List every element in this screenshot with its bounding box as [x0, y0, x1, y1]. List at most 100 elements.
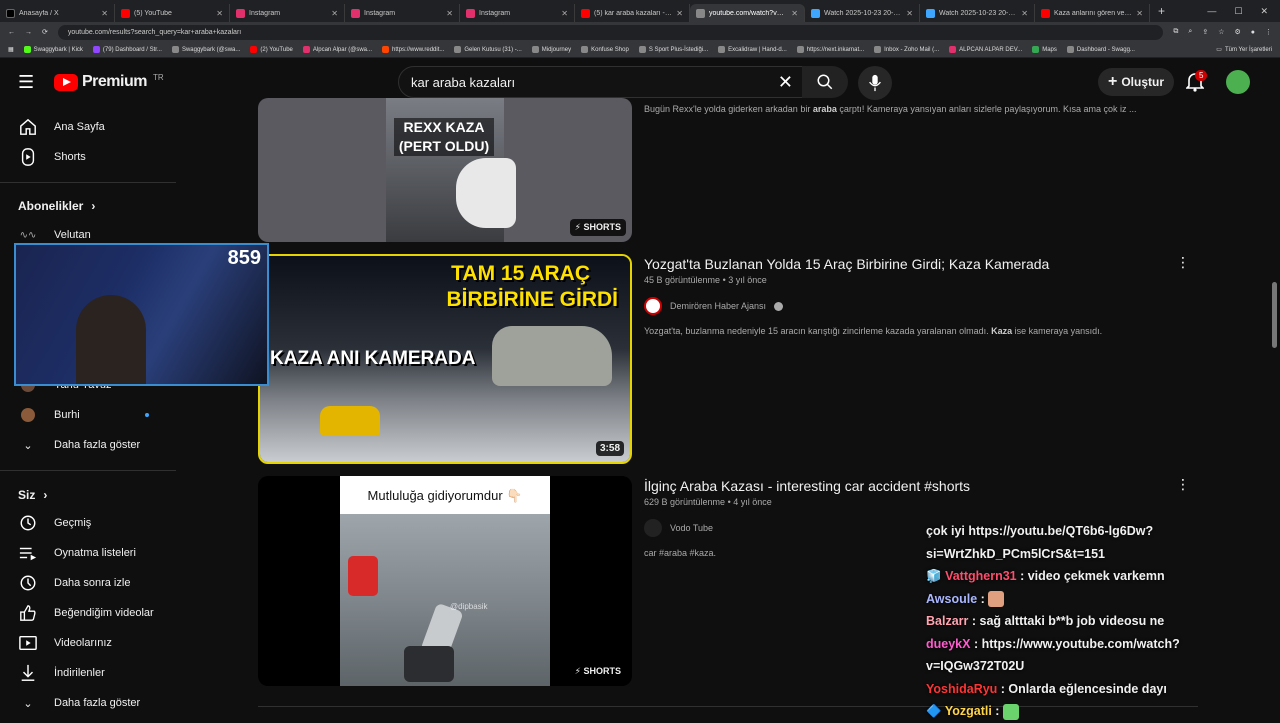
close-icon[interactable]: ✕: [101, 9, 108, 18]
sidebar-show-more[interactable]: ⌄ Daha fazla göster: [0, 430, 176, 460]
bookmark[interactable]: Alpcan Alpar (@swa...: [302, 46, 372, 53]
close-icon[interactable]: ✕: [331, 9, 338, 18]
browser-tab[interactable]: Watch 2025-10-23 20-01-57✕: [920, 4, 1035, 22]
browser-tab[interactable]: Anasayfa / X ✕: [0, 4, 115, 22]
extensions-icon[interactable]: ⚙: [1234, 28, 1240, 36]
sidebar-item-playlists[interactable]: Oynatma listeleri: [0, 538, 176, 568]
profile-icon[interactable]: ●: [1251, 29, 1255, 36]
maximize-icon[interactable]: ☐: [1234, 6, 1242, 17]
chat-overlay: çok iyi https://youtu.be/QT6b6-lg6Dw?si=…: [926, 520, 1196, 723]
video-title[interactable]: Yozgat'ta Buzlanan Yolda 15 Araç Birbiri…: [644, 256, 1049, 272]
url-field[interactable]: youtube.com/results?search_query=kar+ara…: [57, 24, 1164, 40]
browser-tab[interactable]: Kaza anlarını gören ve küfred✕: [1035, 4, 1150, 22]
browser-tab[interactable]: (5) YouTube ✕: [115, 4, 230, 22]
sidebar-item-shorts[interactable]: Shorts: [0, 142, 176, 172]
bookmark[interactable]: Swaggybark (@swa...: [171, 46, 240, 53]
bookmark[interactable]: Maps: [1032, 46, 1057, 53]
more-options-icon[interactable]: ⋮: [1176, 254, 1190, 271]
close-window-icon[interactable]: ✕: [1260, 6, 1268, 17]
close-icon[interactable]: ✕: [216, 9, 223, 18]
address-bar-row: ← → ⟳ youtube.com/results?search_query=k…: [0, 22, 1280, 42]
browser-tab[interactable]: Instagram ✕: [460, 4, 575, 22]
bookmark[interactable]: https://www.reddit...: [382, 46, 444, 53]
search-button[interactable]: [802, 66, 848, 98]
close-icon[interactable]: ✕: [906, 9, 913, 18]
search-query: kar araba kazaları: [411, 74, 516, 90]
sidebar-item-downloads[interactable]: İndirilenler: [0, 658, 176, 688]
minimize-icon[interactable]: —: [1207, 6, 1216, 17]
bookmark-star-icon[interactable]: ☆: [1218, 28, 1224, 36]
forward-icon[interactable]: →: [25, 29, 32, 36]
all-bookmarks[interactable]: ▭ Tüm Yer İşaretleri: [1216, 46, 1272, 54]
browser-tab-active[interactable]: youtube.com/watch?v=K3ipU✕: [690, 4, 805, 22]
chat-message: 🔷 Yozgatli :: [926, 700, 1196, 723]
channel-link[interactable]: Vodo Tube: [644, 519, 713, 537]
bookmark[interactable]: https://next.inkarnat...: [796, 46, 864, 53]
subscriptions-header[interactable]: Abonelikler ›: [18, 199, 95, 213]
voice-search-button[interactable]: [858, 66, 892, 100]
bookmark[interactable]: S Sport Plus-İstediği...: [638, 46, 708, 53]
car-shape: [348, 556, 378, 596]
browser-tab[interactable]: Watch 2025-10-23 20-01-57✕: [805, 4, 920, 22]
thumbnail-caption-3: KAZA ANI KAMERADA: [270, 348, 476, 369]
close-icon[interactable]: ✕: [791, 9, 798, 18]
channel-avatar: [644, 519, 662, 537]
notification-badge: 5: [1195, 70, 1208, 81]
more-options-icon[interactable]: ⋮: [1176, 476, 1190, 493]
midjourney-icon: [531, 46, 539, 53]
browser-tab[interactable]: (5) kar araba kazaları - Yo ✕: [575, 4, 690, 22]
apps-icon[interactable]: ▦: [8, 46, 14, 53]
close-icon[interactable]: ✕: [446, 9, 453, 18]
new-tab-icon[interactable]: +: [1150, 4, 1173, 18]
bookmark[interactable]: Inbox - Zoho Mail (...: [874, 46, 939, 53]
share-icon[interactable]: ⇪: [1202, 28, 1208, 36]
search-input[interactable]: kar araba kazaları ✕: [398, 66, 806, 98]
video-thumbnail[interactable]: TAM 15 ARAÇ BİRBİRİNE GİRDİ KAZA ANI KAM…: [258, 254, 632, 464]
sidebar-item-your-videos[interactable]: Videolarınız: [0, 628, 176, 658]
video-title[interactable]: İlginç Araba Kazası - interesting car ac…: [644, 478, 970, 494]
verified-icon: [774, 301, 784, 311]
close-icon[interactable]: ✕: [1021, 9, 1028, 18]
close-icon[interactable]: ✕: [676, 9, 683, 18]
you-header[interactable]: Siz ›: [18, 488, 47, 502]
chevron-right-icon: ›: [43, 488, 48, 502]
create-button[interactable]: + Oluştur: [1098, 68, 1174, 96]
bookmark[interactable]: Excalidraw | Hand-d...: [718, 46, 787, 53]
microphone-icon: [869, 74, 881, 92]
browser-tab[interactable]: Instagram ✕: [345, 4, 460, 22]
sidebar-you-show-more[interactable]: ⌄ Daha fazla göster: [0, 688, 176, 718]
sidebar-item-history[interactable]: Geçmiş: [0, 508, 176, 538]
video-thumbnail[interactable]: Mutluluğa gidiyorumdur 👇🏻 @dipbasik ⚡ SH…: [258, 476, 632, 686]
clear-icon[interactable]: ✕: [778, 72, 793, 93]
page-scrollbar[interactable]: [1272, 282, 1277, 348]
shop-icon: [581, 46, 589, 53]
sidebar-item-liked[interactable]: Beğendiğim videolar: [0, 598, 176, 628]
sidebar-item-watch-later[interactable]: Daha sonra izle: [0, 568, 176, 598]
bookmark[interactable]: Midjourney: [531, 46, 571, 53]
twitch-icon: [92, 46, 100, 53]
bookmark[interactable]: Dashboard - Swagg...: [1066, 46, 1135, 53]
channel-link[interactable]: Demirören Haber Ajansı: [644, 297, 784, 315]
youtube-logo[interactable]: Premium TR: [54, 73, 164, 91]
close-icon[interactable]: ✕: [561, 9, 568, 18]
sidebar-channel[interactable]: Burhi: [0, 400, 176, 430]
bookmark[interactable]: Swaggybark | Kick: [23, 46, 83, 53]
sidebar-item-home[interactable]: Ana Sayfa: [0, 112, 176, 142]
bookmark[interactable]: Konfuse Shop: [581, 46, 629, 53]
menu-icon[interactable]: ☰: [18, 72, 38, 93]
instagram-icon: [236, 8, 245, 18]
zoom-icon[interactable]: ⌕: [1188, 28, 1192, 36]
extension-icon[interactable]: ⧉: [1173, 28, 1178, 36]
home-icon: [18, 117, 38, 137]
bookmark[interactable]: Gelen Kutusu (31) -...: [454, 46, 522, 53]
close-icon[interactable]: ✕: [1136, 9, 1143, 18]
bookmark[interactable]: (2) YouTube: [250, 46, 293, 53]
avatar[interactable]: [1226, 70, 1250, 94]
bookmark[interactable]: ALPCAN ALPAR DEV...: [949, 46, 1022, 53]
bookmark[interactable]: (79) Dashboard / Str...: [92, 46, 162, 53]
browser-tab[interactable]: Instagram ✕: [230, 4, 345, 22]
menu-dots-icon[interactable]: ⋮: [1265, 28, 1272, 36]
reload-icon[interactable]: ⟳: [42, 28, 48, 36]
back-icon[interactable]: ←: [8, 29, 15, 36]
video-thumbnail[interactable]: REXX KAZA (PERT OLDU) ⚡ SHORTS: [258, 98, 632, 242]
